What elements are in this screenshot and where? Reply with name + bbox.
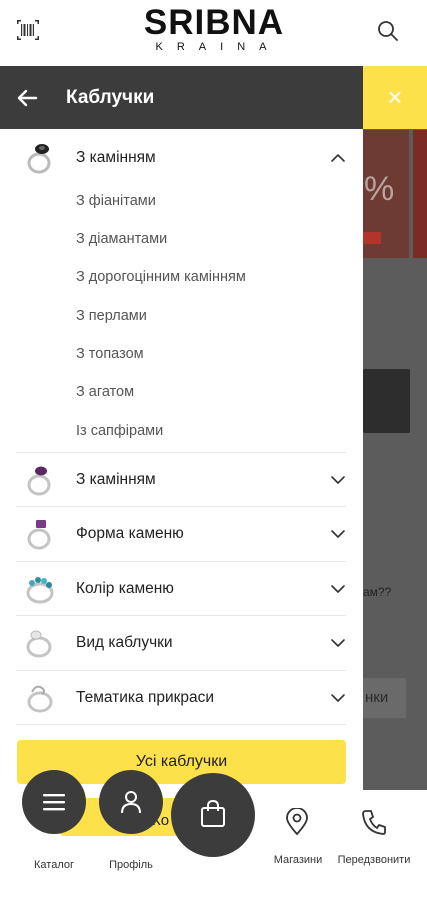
ring-silver-icon bbox=[26, 630, 52, 658]
promo-banner-secondary bbox=[413, 130, 427, 258]
shopping-bag-icon bbox=[201, 800, 225, 827]
background-button: нки bbox=[363, 678, 406, 718]
category-row[interactable]: Тематика прикраси bbox=[16, 671, 346, 725]
nav-label-profile: Профіль bbox=[109, 859, 153, 871]
barcode-icon[interactable] bbox=[17, 20, 39, 40]
location-pin-icon[interactable] bbox=[284, 808, 310, 836]
profile-button[interactable] bbox=[99, 770, 163, 834]
close-icon[interactable]: × bbox=[383, 84, 407, 110]
user-icon bbox=[121, 791, 141, 814]
category-label: Вид каблучки bbox=[76, 634, 173, 651]
nav-label-callback[interactable]: Передзвонити bbox=[332, 853, 416, 867]
category-label: Тематика прикраси bbox=[76, 689, 215, 706]
logo-main-text: SRIBNA bbox=[143, 3, 285, 42]
phone-icon[interactable] bbox=[361, 808, 387, 836]
logo-sub-text: KRAINA bbox=[155, 41, 281, 53]
back-arrow-icon[interactable] bbox=[15, 86, 39, 110]
nav-label-catalog: Каталог bbox=[34, 859, 74, 871]
promo-banner-text: % bbox=[364, 170, 395, 208]
category-label: Форма каменю bbox=[76, 525, 184, 542]
promo-tag bbox=[363, 232, 381, 244]
subcategory-item[interactable]: З перлами bbox=[76, 306, 147, 326]
search-icon[interactable] bbox=[377, 20, 399, 42]
background-question-text: ам?? bbox=[363, 585, 392, 599]
subcategory-item[interactable]: З агатом bbox=[76, 382, 134, 402]
menu-icon bbox=[43, 794, 65, 811]
ring-blue-stones-icon bbox=[26, 577, 54, 604]
chevron-down-icon[interactable] bbox=[330, 472, 346, 488]
cart-button[interactable] bbox=[171, 773, 255, 857]
chevron-down-icon[interactable] bbox=[330, 635, 346, 651]
brand-logo[interactable]: SRIBNA KRAINA bbox=[138, 3, 290, 54]
ring-violet-stone-icon bbox=[27, 520, 51, 550]
top-header: SRIBNA KRAINA bbox=[0, 0, 427, 66]
category-row-expanded[interactable]: З камінням bbox=[16, 131, 346, 185]
subcategory-item[interactable]: Із сапфірами bbox=[76, 421, 163, 441]
category-row[interactable]: Колір каменю bbox=[16, 562, 346, 616]
category-label: З камінням bbox=[76, 471, 156, 488]
divider bbox=[16, 724, 346, 725]
subcategory-item[interactable]: З дорогоцінним камінням bbox=[76, 267, 246, 287]
category-label: Колір каменю bbox=[76, 580, 174, 597]
drawer-header: Каблучки bbox=[0, 66, 363, 129]
ring-dark-stone-icon bbox=[27, 144, 51, 174]
background-card bbox=[363, 369, 410, 433]
ring-purple-stone-icon bbox=[27, 466, 51, 496]
category-row[interactable]: З камінням bbox=[16, 453, 346, 507]
subcategory-item[interactable]: З діамантами bbox=[76, 229, 167, 249]
chevron-up-icon[interactable] bbox=[330, 150, 346, 166]
subcategory-item[interactable]: З фіанітами bbox=[76, 191, 156, 211]
chevron-down-icon[interactable] bbox=[330, 581, 346, 597]
nav-label-stores[interactable]: Магазини bbox=[267, 853, 329, 867]
subcategory-item[interactable]: З топазом bbox=[76, 344, 144, 364]
category-label: З камінням bbox=[76, 149, 156, 166]
ring-figure-icon bbox=[27, 685, 53, 713]
category-row[interactable]: Вид каблучки bbox=[16, 616, 346, 670]
chevron-down-icon[interactable] bbox=[330, 690, 346, 706]
chevron-down-icon[interactable] bbox=[330, 526, 346, 542]
page: × % ам?? нки SRIBNA KRAINA Каблучки З ка… bbox=[0, 0, 427, 900]
category-row[interactable]: Форма каменю bbox=[16, 507, 346, 561]
drawer-title: Каблучки bbox=[66, 87, 155, 108]
catalog-button[interactable] bbox=[22, 770, 86, 834]
